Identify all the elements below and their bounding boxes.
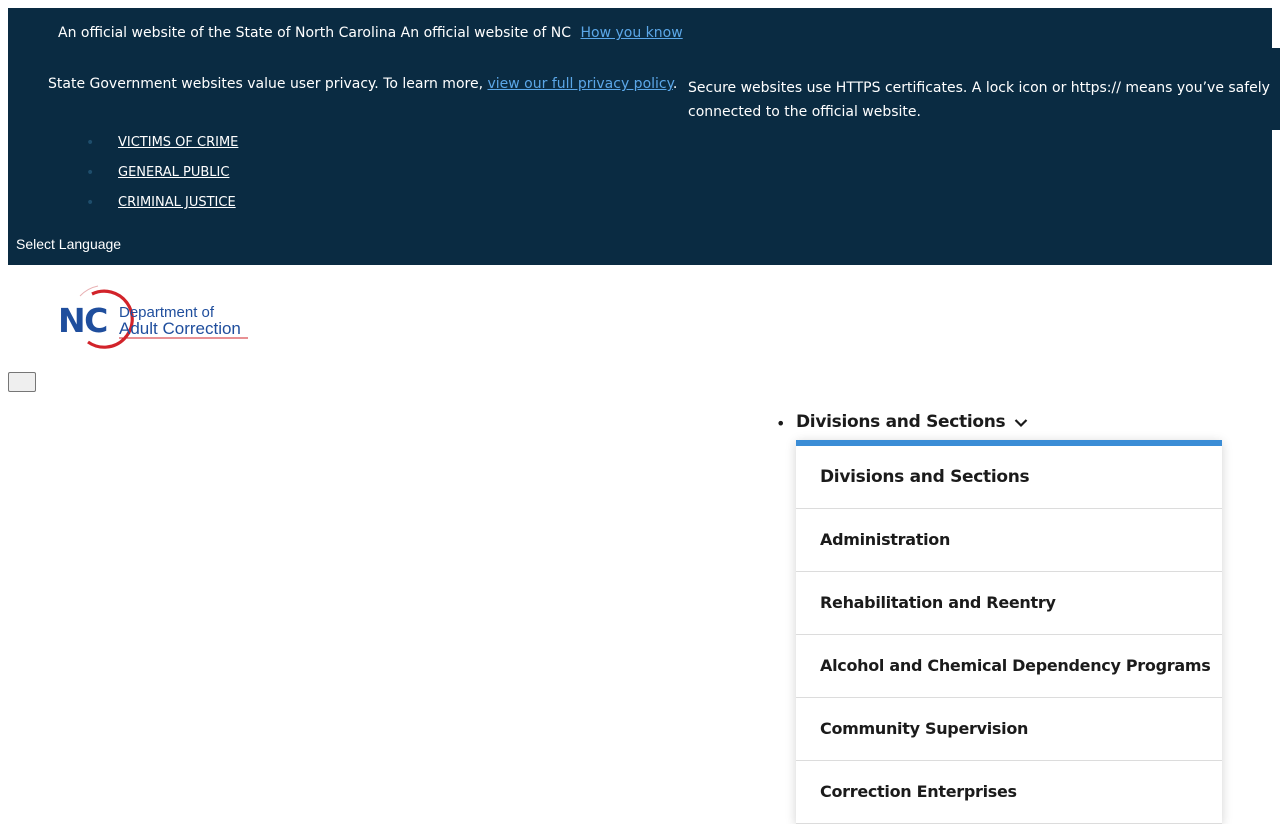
menu-toggle-button[interactable] xyxy=(8,372,36,392)
ncdac-logo[interactable]: NC Department of Adult Correction xyxy=(58,278,250,352)
dropdown-item-administration[interactable]: Administration xyxy=(796,509,1222,572)
privacy-text: State Government websites value user pri… xyxy=(48,76,484,92)
audience-item: GENERAL PUBLIC xyxy=(86,162,238,192)
dropdown-item-alcohol-and-chemical-dependency-programs[interactable]: Alcohol and Chemical Dependency Programs xyxy=(796,635,1222,698)
logo-adult-correction: Adult Correction xyxy=(119,319,241,338)
privacy-policy-link[interactable]: view our full privacy policy xyxy=(487,76,672,92)
victims-of-crime-link[interactable]: VICTIMS OF CRIME xyxy=(118,135,238,150)
official-text: An official website of the State of Nort… xyxy=(58,25,572,41)
privacy-notice: State Government websites value user pri… xyxy=(48,76,677,92)
audience-item: CRIMINAL JUSTICE xyxy=(86,192,238,222)
criminal-justice-link[interactable]: CRIMINAL JUSTICE xyxy=(118,195,236,210)
nav-divisions-and-sections[interactable]: Divisions and Sections xyxy=(796,412,1006,432)
audience-item: VICTIMS OF CRIME xyxy=(86,132,239,162)
main-nav: • Divisions and Sections xyxy=(776,412,1028,433)
official-notice: An official website of the State of Nort… xyxy=(58,25,683,41)
chevron-down-icon[interactable] xyxy=(1014,418,1028,428)
dropdown-item-correction-enterprises[interactable]: Correction Enterprises xyxy=(796,761,1222,824)
dropdown-item-divisions-and-sections[interactable]: Divisions and Sections xyxy=(796,446,1222,509)
secure-notice: Secure websites use HTTPS certificates. … xyxy=(688,80,1270,120)
privacy-period: . xyxy=(672,76,678,92)
dropdown-item-community-supervision[interactable]: Community Supervision xyxy=(796,698,1222,761)
select-language[interactable]: Select Language xyxy=(16,236,121,252)
ncdac-logo-graphic: NC Department of Adult Correction xyxy=(58,285,248,349)
divisions-dropdown: Divisions and Sections Administration Re… xyxy=(796,440,1222,824)
logo-nc: NC xyxy=(58,301,107,340)
nav-bullet: • xyxy=(776,414,786,433)
audience-links: VICTIMS OF CRIME GENERAL PUBLIC CRIMINAL… xyxy=(86,132,239,222)
general-public-link[interactable]: GENERAL PUBLIC xyxy=(118,165,229,180)
how-you-know-link[interactable]: How you know xyxy=(581,25,683,41)
banner-edge xyxy=(1272,48,1280,130)
dropdown-item-rehabilitation-and-reentry[interactable]: Rehabilitation and Reentry xyxy=(796,572,1222,635)
official-banner: An official website of the State of Nort… xyxy=(8,8,1272,265)
